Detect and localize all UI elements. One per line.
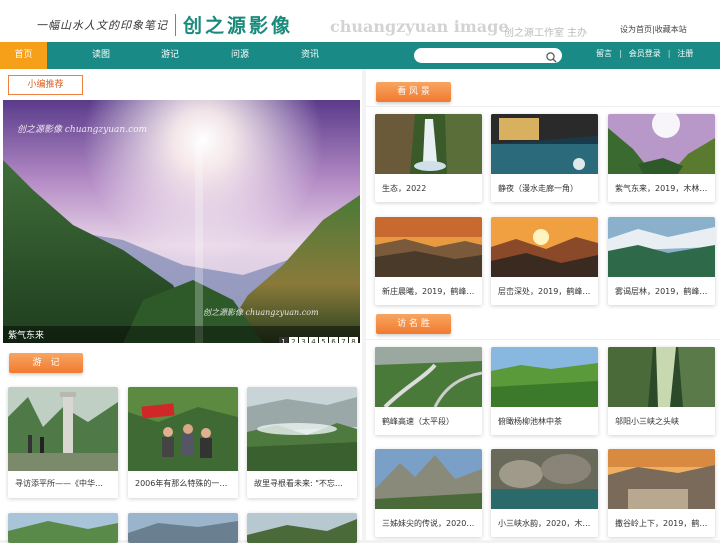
logo-divider xyxy=(175,14,176,36)
landmark-card[interactable]: 小三峡水韵，2020，木… xyxy=(491,449,598,537)
scenery-card[interactable]: 层峦深处，2019，鹤峰… xyxy=(491,217,598,305)
bookmark-link[interactable]: 收藏本站 xyxy=(655,25,687,34)
editor-picks-tab[interactable]: 小编推荐 xyxy=(8,75,83,95)
landmark-card-title: 邬阳小三峡之头峡 xyxy=(615,417,679,426)
scenery-thumb xyxy=(491,114,598,174)
nav-sep: | xyxy=(619,49,622,58)
travel-card-title: 寻访添平所——《中华… xyxy=(15,479,103,488)
search-input[interactable] xyxy=(422,50,542,61)
travel-card[interactable] xyxy=(247,513,357,543)
top-links: 设为首页|收藏本站 xyxy=(620,24,687,35)
nav-item-ask-source[interactable]: 问源 xyxy=(222,42,258,69)
left-column: 小编推荐 创之源影像 chuangzyuan.com 创之源影像 chuangz… xyxy=(0,69,362,543)
landmark-thumb xyxy=(491,347,598,407)
landmark-thumb xyxy=(491,449,598,509)
hero-page-6[interactable]: 6 xyxy=(329,337,338,343)
nav-right-links: 留言 | 会员登录 | 注册 xyxy=(596,42,693,69)
landmarks-section-button[interactable]: 访 名 胜 xyxy=(376,314,451,334)
section-divider xyxy=(366,106,720,107)
travel-thumb xyxy=(8,387,118,471)
travel-thumb xyxy=(128,513,238,543)
scenery-card[interactable]: 新庄晨曦，2019，鹤峰… xyxy=(375,217,482,305)
scenery-card-title: 雾谒层林，2019，鹤峰… xyxy=(615,287,708,296)
hero-slideshow[interactable]: 创之源影像 chuangzyuan.com 创之源影像 chuangzyuan.… xyxy=(3,100,360,343)
scenery-card-title: 静夜（漫水走廊一角） xyxy=(498,184,578,193)
landmark-thumb xyxy=(608,449,715,509)
search-icon[interactable] xyxy=(545,49,558,63)
hero-page-1[interactable]: 1 xyxy=(279,337,288,343)
hero-page-5[interactable]: 5 xyxy=(319,337,328,343)
right-column: 看 风 景 生态，2022 静夜（漫水走廊一角） 紫气东来，2019，木林… 新… xyxy=(366,69,720,540)
travel-card[interactable]: 2006年有那么特殊的一… xyxy=(128,387,238,498)
hero-page-2[interactable]: 2 xyxy=(289,337,298,343)
nav-item-pictures[interactable]: 读图 xyxy=(83,42,119,69)
scenery-thumb xyxy=(375,217,482,277)
nav-item-home[interactable]: 首页 xyxy=(0,42,47,69)
nav-sep: | xyxy=(667,49,671,58)
scenery-card-title: 层峦深处，2019，鹤峰… xyxy=(498,287,591,296)
hero-watermark: 创之源影像 chuangzyuan.com xyxy=(203,308,319,317)
travel-section-button[interactable]: 游 记 xyxy=(9,353,83,373)
member-login-link[interactable]: 会员登录 xyxy=(629,49,661,58)
hero-caption-bar: 紫气东来 12345678 xyxy=(3,326,360,343)
hero-page-8[interactable]: 8 xyxy=(349,337,358,343)
travel-card[interactable] xyxy=(128,513,238,543)
landmark-thumb xyxy=(608,347,715,407)
scenery-section-button[interactable]: 看 风 景 xyxy=(376,82,451,102)
scenery-thumb xyxy=(608,217,715,277)
travel-card[interactable] xyxy=(8,513,118,543)
studio-credit: 创之源工作室 主办 xyxy=(504,28,588,39)
search-box xyxy=(414,48,562,63)
site-header: 一幅山水人文的印象笔记 创之源影像 chuangzyuan image 创之源工… xyxy=(0,0,720,42)
travel-thumb xyxy=(247,513,357,543)
guestbook-link[interactable]: 留言 xyxy=(596,49,612,58)
landmark-card-title: 俯瞰杨柳池林中茶 xyxy=(498,417,562,426)
scenery-card[interactable]: 生态，2022 xyxy=(375,114,482,202)
landmark-thumb xyxy=(375,347,482,407)
hero-pager: 12345678 xyxy=(278,329,358,343)
scenery-card-title: 新庄晨曦，2019，鹤峰… xyxy=(382,287,475,296)
nav-item-news[interactable]: 资讯 xyxy=(292,42,328,69)
scenery-card-title: 生态，2022 xyxy=(382,184,427,193)
landmark-thumb xyxy=(375,449,482,509)
set-homepage-link[interactable]: 设为首页 xyxy=(620,25,652,34)
landmark-card-title: 小三峡水韵，2020，木… xyxy=(498,519,591,528)
nav-item-travel[interactable]: 游记 xyxy=(152,42,188,69)
scenery-card-title: 紫气东来，2019，木林… xyxy=(615,184,708,193)
hero-page-4[interactable]: 4 xyxy=(309,337,318,343)
travel-card[interactable]: 故里寻根看未来: "不忘… xyxy=(247,387,357,498)
landmark-card-title: 鹤峰高速（太平段） xyxy=(382,417,454,426)
scenery-thumb xyxy=(375,114,482,174)
scenery-card[interactable]: 紫气东来，2019，木林… xyxy=(608,114,715,202)
site-latin-name: chuangzyuan image xyxy=(330,17,509,36)
travel-card-title: 故里寻根看未来: "不忘… xyxy=(254,479,343,488)
landmark-card[interactable]: 三姊妹尖的传说，2020… xyxy=(375,449,482,537)
hero-page-3[interactable]: 3 xyxy=(299,337,308,343)
scenery-card[interactable]: 雾谒层林，2019，鹤峰… xyxy=(608,217,715,305)
travel-card-title: 2006年有那么特殊的一… xyxy=(135,479,228,488)
landmark-card[interactable]: 邬阳小三峡之头峡 xyxy=(608,347,715,435)
section-divider xyxy=(366,339,720,340)
travel-card[interactable]: 寻访添平所——《中华… xyxy=(8,387,118,498)
hero-watermark: 创之源影像 chuangzyuan.com xyxy=(17,125,148,135)
landmark-card-title: 三姊妹尖的传说，2020… xyxy=(382,519,475,528)
travel-thumb xyxy=(128,387,238,471)
main-nav: 首页 读图 游记 问源 资讯 留言 | 会员登录 | 注册 xyxy=(0,42,720,69)
site-logo[interactable]: 创之源影像 xyxy=(183,11,293,38)
hero-page-7[interactable]: 7 xyxy=(339,337,348,343)
landmark-card[interactable]: 撒谷岭上下，2019，鹤… xyxy=(608,449,715,537)
hero-caption: 紫气东来 xyxy=(8,331,45,341)
site-slogan: 一幅山水人文的印象笔记 xyxy=(36,19,168,32)
travel-thumb xyxy=(8,513,118,543)
scenery-thumb xyxy=(608,114,715,174)
register-link[interactable]: 注册 xyxy=(677,49,693,58)
scenery-card[interactable]: 静夜（漫水走廊一角） xyxy=(491,114,598,202)
landmark-card[interactable]: 俯瞰杨柳池林中茶 xyxy=(491,347,598,435)
scenery-thumb xyxy=(491,217,598,277)
landmark-card[interactable]: 鹤峰高速（太平段） xyxy=(375,347,482,435)
landmark-card-title: 撒谷岭上下，2019，鹤… xyxy=(615,519,708,528)
travel-thumb xyxy=(247,387,357,471)
